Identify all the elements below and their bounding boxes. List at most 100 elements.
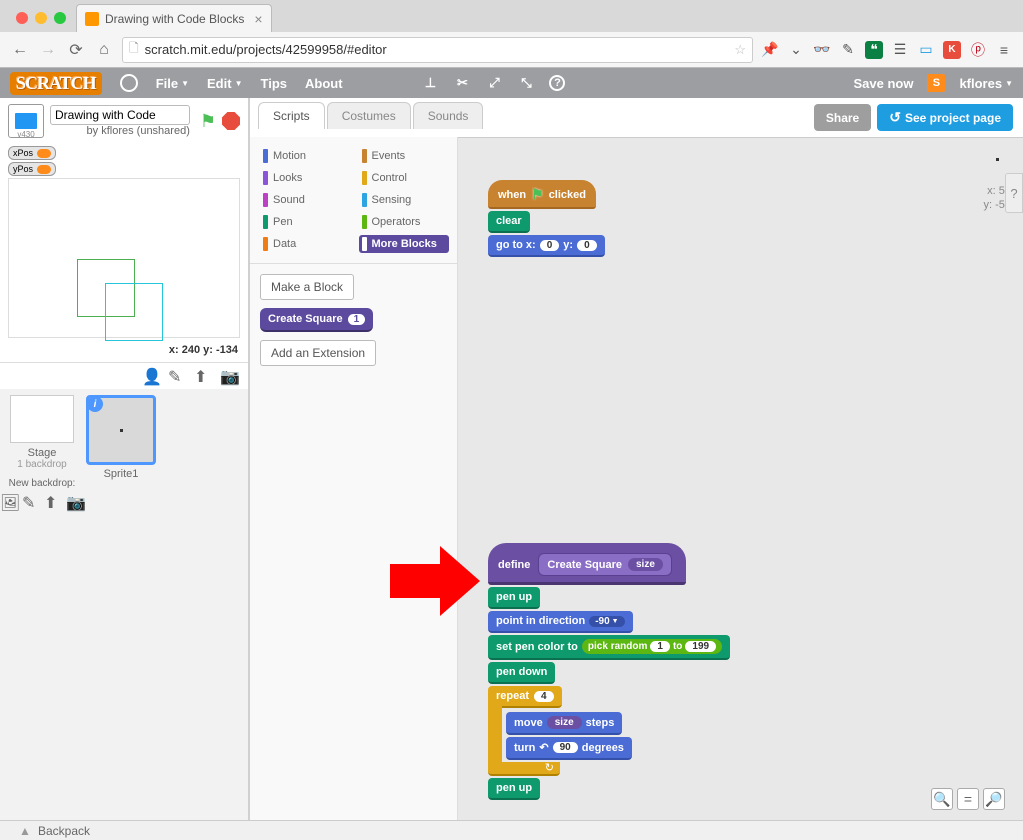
ext-screenshot-icon[interactable]: ▭ (917, 41, 935, 59)
var-xpos[interactable]: xPos (8, 146, 56, 160)
user-badge-icon[interactable]: S (927, 74, 945, 92)
address-bar[interactable]: 🗋 scratch.mit.edu/projects/42599958/#edi… (122, 37, 753, 63)
block-pen-up: pen up (488, 587, 540, 609)
cat-control[interactable]: Control (359, 169, 450, 187)
globe-icon[interactable] (120, 74, 138, 92)
cat-looks[interactable]: Looks (260, 169, 351, 187)
ext-k-icon[interactable]: K (943, 41, 961, 59)
zoom-controls: 🔍 = 🔎 (931, 788, 1005, 810)
ext-wand-icon[interactable]: ✎ (839, 41, 857, 59)
cat-motion[interactable]: Motion (260, 147, 351, 165)
choose-backdrop-icon[interactable]: 🖼 (0, 493, 18, 511)
menu-icon[interactable]: ≡ (995, 41, 1013, 59)
stage-view[interactable] (8, 178, 240, 338)
ext-buffer-icon[interactable]: ☰ (891, 41, 909, 59)
ext-pinterest-icon[interactable]: ⓟ (969, 41, 987, 59)
minimize-window-icon[interactable] (35, 12, 47, 24)
palette-block-create-square[interactable]: Create Square 1 (260, 308, 373, 332)
ext-pin-icon[interactable]: 📌 (761, 41, 779, 59)
share-button[interactable]: Share (814, 104, 871, 131)
zoom-reset-button[interactable]: = (957, 788, 979, 810)
ext-hangouts-icon[interactable]: ❝ (865, 41, 883, 59)
see-project-page-button[interactable]: ↺See project page (877, 104, 1013, 131)
green-flag-icon: ⚑ (531, 186, 544, 203)
menu-about[interactable]: About (305, 76, 343, 91)
scripts-canvas[interactable]: x: 50 y: -50 when ⚑ clicked clear go to … (458, 137, 1023, 820)
bookmark-star-icon[interactable]: ☆ (734, 42, 746, 58)
block-when-flag-clicked: when ⚑ clicked (488, 180, 596, 209)
stage-thumbnail[interactable] (10, 395, 74, 443)
home-button[interactable]: ⌂ (94, 40, 114, 60)
fullscreen-icon[interactable]: v430 (8, 104, 44, 138)
back-button[interactable]: ← (10, 40, 30, 60)
project-title-input[interactable] (50, 105, 190, 125)
reload-button[interactable]: ⟳ (66, 40, 86, 60)
tab-title: Drawing with Code Blocks (105, 12, 244, 26)
block-set-pen-color: set pen color to pick random 1 to 199 (488, 635, 730, 660)
maximize-window-icon[interactable] (54, 12, 66, 24)
choose-sprite-icon[interactable]: 👤 (142, 367, 160, 385)
cat-data[interactable]: Data (260, 235, 351, 253)
menu-tips[interactable]: Tips (261, 76, 288, 91)
zoom-in-button[interactable]: 🔎 (983, 788, 1005, 810)
block-goto: go to x: 0 y: 0 (488, 235, 605, 257)
make-block-button[interactable]: Make a Block (260, 274, 354, 300)
menu-file[interactable]: File▼ (156, 76, 189, 91)
cat-sound[interactable]: Sound (260, 191, 351, 209)
camera-backdrop-icon[interactable]: 📷 (66, 493, 84, 511)
scratch-menubar: SCRATCH File▼ Edit▼ Tips About ⊥ ✂ ⤢ ⤡ ?… (0, 68, 1023, 98)
block-pen-down: pen down (488, 662, 555, 684)
script-define-create-square[interactable]: define Create Square size pen up point i… (488, 543, 730, 800)
sprite-item-sprite1[interactable]: i Sprite1 (86, 395, 156, 465)
block-pen-up-2: pen up (488, 778, 540, 800)
chevron-up-icon: ▲ (18, 824, 32, 838)
page-icon: 🗋 (129, 39, 139, 60)
zoom-out-button[interactable]: 🔍 (931, 788, 953, 810)
stamp-icon[interactable]: ⊥ (421, 74, 439, 92)
turn-left-icon: ↶ (539, 741, 548, 754)
close-window-icon[interactable] (16, 12, 28, 24)
cat-operators[interactable]: Operators (359, 213, 450, 231)
menu-edit[interactable]: Edit▼ (207, 76, 242, 91)
help-toggle-icon[interactable]: ? (1005, 173, 1023, 213)
tab-sounds[interactable]: Sounds (413, 102, 484, 129)
drawn-square-2 (105, 283, 163, 341)
save-now-button[interactable]: Save now (853, 76, 913, 91)
shrink-icon[interactable]: ⤡ (517, 74, 535, 92)
center-panel: Scripts Costumes Sounds Share ↺See proje… (250, 98, 1023, 820)
browser-tab[interactable]: Drawing with Code Blocks × (76, 4, 272, 32)
cat-more-blocks[interactable]: More Blocks (359, 235, 450, 253)
camera-sprite-icon[interactable]: 📷 (220, 367, 238, 385)
help-icon[interactable]: ? (549, 75, 565, 91)
variable-monitors: xPos yPos (0, 144, 248, 178)
ext-pocket-icon[interactable]: ⌄ (787, 41, 805, 59)
sprites-area: Stage 1 backdrop New backdrop: 🖼 ✎ ⬆ 📷 i… (0, 389, 248, 820)
ext-mask-icon[interactable]: 👓 (813, 41, 831, 59)
cat-sensing[interactable]: Sensing (359, 191, 450, 209)
script-when-flag-clicked[interactable]: when ⚑ clicked clear go to x: 0 y: 0 (488, 180, 605, 257)
user-menu[interactable]: kflores▼ (959, 76, 1013, 91)
upload-sprite-icon[interactable]: ⬆ (194, 367, 212, 385)
backpack-panel[interactable]: ▲ Backpack (0, 820, 1023, 840)
add-extension-button[interactable]: Add an Extension (260, 340, 376, 366)
forward-button: → (38, 40, 58, 60)
paint-sprite-icon[interactable]: ✎ (168, 367, 186, 385)
paint-backdrop-icon[interactable]: ✎ (22, 493, 40, 511)
close-tab-icon[interactable]: × (254, 11, 262, 27)
tab-costumes[interactable]: Costumes (327, 102, 411, 129)
cut-icon[interactable]: ✂ (453, 74, 471, 92)
stop-icon[interactable] (222, 112, 240, 130)
green-flag-icon[interactable]: ⚑ (200, 111, 216, 132)
cat-events[interactable]: Events (359, 147, 450, 165)
block-define: define Create Square size (488, 543, 686, 585)
new-backdrop-label: New backdrop: (9, 478, 76, 489)
sprite-info-icon[interactable]: i (87, 396, 103, 412)
upload-backdrop-icon[interactable]: ⬆ (44, 493, 62, 511)
grow-icon[interactable]: ⤢ (485, 74, 503, 92)
scratch-logo[interactable]: SCRATCH (10, 72, 102, 95)
sprite-tools: 👤 ✎ ⬆ 📷 (0, 362, 248, 389)
editor-tabs: Scripts Costumes Sounds (258, 102, 804, 129)
cat-pen[interactable]: Pen (260, 213, 351, 231)
tab-scripts[interactable]: Scripts (258, 102, 325, 129)
var-ypos[interactable]: yPos (8, 162, 56, 176)
